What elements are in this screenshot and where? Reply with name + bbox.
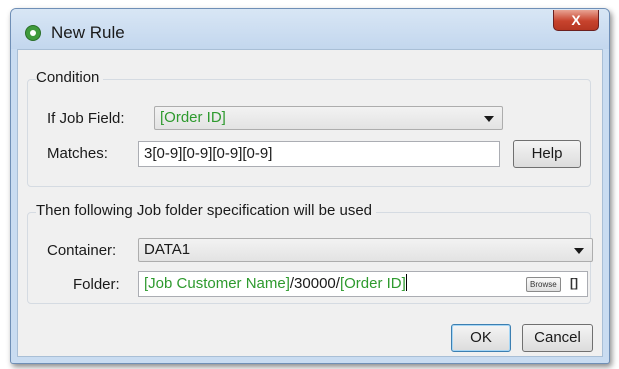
folder-spec-group-title: Then following Job folder specification … [36, 202, 377, 219]
dialog-title: New Rule [51, 23, 125, 42]
folder-token-customer: [Job Customer Name] [144, 275, 290, 292]
text-caret [405, 274, 407, 291]
folder-token-order: [Order ID] [339, 275, 406, 292]
folder-path-segment: /30000/ [289, 275, 340, 292]
close-button[interactable]: X [553, 10, 599, 31]
new-rule-dialog: New Rule X Condition If Job Field: [Orde… [10, 8, 610, 364]
dialog-body: Condition If Job Field: [Order ID] Match… [17, 49, 603, 357]
job-field-label: If Job Field: [47, 110, 125, 127]
container-label: Container: [47, 242, 117, 259]
matches-label: Matches: [47, 145, 108, 162]
browse-button[interactable]: Browse [526, 277, 561, 292]
cancel-button[interactable]: Cancel [522, 324, 593, 352]
help-button[interactable]: Help [513, 140, 581, 168]
job-field-select[interactable]: [Order ID] [154, 106, 503, 130]
container-value: DATA1 [144, 241, 191, 258]
app-icon [25, 25, 41, 41]
brackets-icon[interactable]: [] [570, 276, 578, 290]
chevron-down-icon [574, 248, 584, 254]
folder-input[interactable]: [Job Customer Name]/30000/[Order ID] [138, 271, 588, 297]
ok-button[interactable]: OK [451, 324, 511, 352]
matches-input[interactable]: 3[0-9][0-9][0-9][0-9] [138, 141, 500, 167]
folder-label: Folder: [73, 276, 120, 293]
title-bar[interactable]: New Rule X [11, 9, 609, 49]
condition-group-title: Condition [36, 69, 104, 86]
job-field-value: [Order ID] [160, 109, 226, 126]
container-select[interactable]: DATA1 [138, 238, 593, 262]
condition-group [27, 79, 591, 187]
chevron-down-icon [484, 116, 494, 122]
